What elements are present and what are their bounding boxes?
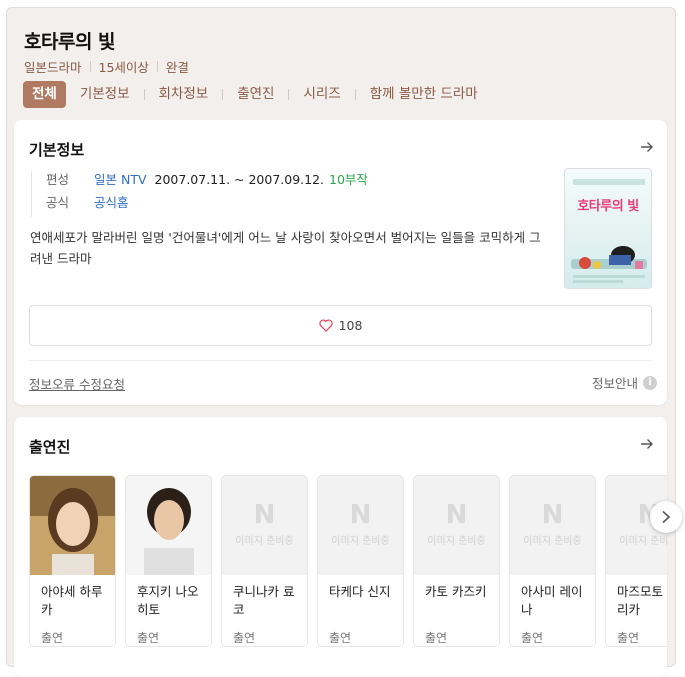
cast-item[interactable]: 아야세 하루카 출연 [29,475,116,647]
tab-basic-info[interactable]: 기본정보 [66,81,144,108]
cast-name: 마즈모토 마리카 [617,584,667,617]
placeholder-text: 이미지 준비중 [427,536,486,547]
cast-item[interactable]: N 이미지 준비중 쿠니나카 료코 출연 [221,475,308,647]
cast-name: 후지키 나오히토 [137,584,199,617]
cast-role: 출연 [521,631,544,645]
page-title: 호타루의 빛 [24,31,116,53]
cast-photo-placeholder: N 이미지 준비중 [318,476,403,575]
cast-role: 출연 [233,631,256,645]
genre-link[interactable]: 일본드라마 [24,57,82,76]
cast-role: 출연 [329,631,352,645]
drama-info-panel: 호타루의 빛 일본드라마 15세이상 완결 전체 기본정보 회차정보 출연진 시… [6,7,676,677]
report-error-link[interactable]: 정보오류 수정요청 [29,374,125,393]
divider [156,61,158,72]
basic-info-card: 기본정보 편성 일본 NTV 2007.07.11. ~ 2007.09.12.… [14,120,667,405]
cast-item[interactable]: 후지키 나오히토 출연 [125,475,212,647]
like-count: 108 [338,318,363,333]
cast-card: 출연진 아야세 하루카 출연 후지키 나오히토 출연 N 이미지 준비중 쿠니나… [14,417,667,677]
cast-role: 출연 [617,631,640,645]
cast-list: 아야세 하루카 출연 후지키 나오히토 출연 N 이미지 준비중 쿠니나카 료코… [29,475,667,647]
placeholder-text: 이미지 준비중 [235,536,294,547]
cast-name: 카토 카즈키 [425,584,487,599]
info-icon: i [643,375,657,390]
description: 연애세포가 말라버린 일명 '건어물녀'에게 어느 날 사랑이 찾아오면서 벌어… [30,230,541,266]
person-photo-icon [126,476,211,575]
cast-item[interactable]: N 이미지 준비중 아사미 레이나 출연 [509,475,596,647]
tab-series[interactable]: 시리즈 [289,81,354,108]
person-photo-icon [30,476,115,575]
divider [29,360,652,361]
age-rating: 15세이상 [98,60,149,75]
cast-name: 쿠니나카 료코 [233,584,295,617]
tab-all[interactable]: 전체 [23,81,66,108]
cast-photo [126,476,211,575]
cast-photo-placeholder: N 이미지 준비중 [510,476,595,575]
placeholder-text: 이미지 준비중 [331,536,390,547]
placeholder-text: 이미지 준비중 [523,536,582,547]
official-row: 공식 공식홈 [46,194,368,217]
placeholder-logo: N [253,500,276,530]
status: 완결 [165,60,189,75]
info-guide-button[interactable]: 정보안내 i [592,373,657,392]
official-site-link[interactable]: 공식홈 [94,194,129,217]
chevron-right-icon [662,510,671,524]
section-title: 기본정보 [29,141,85,159]
tab-related[interactable]: 함께 볼만한 드라마 [356,81,492,108]
broadcast-period: 2007.07.11. ~ 2007.09.12. [154,172,325,187]
section-title: 출연진 [29,438,71,456]
official-label: 공식 [46,195,70,210]
cast-role: 출연 [41,631,64,645]
cast-name: 아야세 하루카 [41,584,103,617]
episode-count: 10부작 [329,172,368,187]
placeholder-logo: N [445,500,468,530]
poster-art-icon [571,179,647,283]
arrow-right-icon[interactable] [637,137,657,157]
placeholder-text: 이미지 준비중 [619,536,667,547]
tab-episodes[interactable]: 회차정보 [145,81,223,108]
broadcast-label: 편성 [46,172,70,187]
tab-bar: 전체 기본정보 회차정보 출연진 시리즈 함께 볼만한 드라마 [23,81,492,108]
cast-photo-placeholder: N 이미지 준비중 [222,476,307,575]
poster-title: 호타루의 빛 [577,199,639,214]
cast-item[interactable]: N 이미지 준비중 카토 카즈키 출연 [413,475,500,647]
info-list: 편성 일본 NTV 2007.07.11. ~ 2007.09.12. 10부작… [31,171,368,217]
poster-image[interactable]: 호타루의 빛 [564,168,652,289]
cast-name: 타케다 신지 [329,584,391,599]
cast-role: 출연 [425,631,448,645]
like-button[interactable]: 108 [29,305,652,346]
cast-name: 아사미 레이나 [521,584,583,617]
heart-icon [318,319,333,332]
broadcast-row: 편성 일본 NTV 2007.07.11. ~ 2007.09.12. 10부작 [46,171,368,194]
cast-photo [30,476,115,575]
placeholder-logo: N [541,500,564,530]
cast-item[interactable]: N 이미지 준비중 타케다 신지 출연 [317,475,404,647]
cast-photo-placeholder: N 이미지 준비중 [414,476,499,575]
cast-item[interactable]: N 이미지 준비중 마즈모토 마리카 출연 [605,475,667,647]
broadcaster-link[interactable]: 일본 NTV [94,171,147,194]
divider [89,61,91,72]
info-guide-label: 정보안내 [591,376,638,391]
tab-cast[interactable]: 출연진 [223,81,288,108]
cast-role: 출연 [137,631,160,645]
placeholder-logo: N [349,500,372,530]
next-page-button[interactable] [650,501,682,533]
meta-info: 일본드라마 15세이상 완결 [24,57,189,76]
arrow-right-icon[interactable] [637,434,657,454]
